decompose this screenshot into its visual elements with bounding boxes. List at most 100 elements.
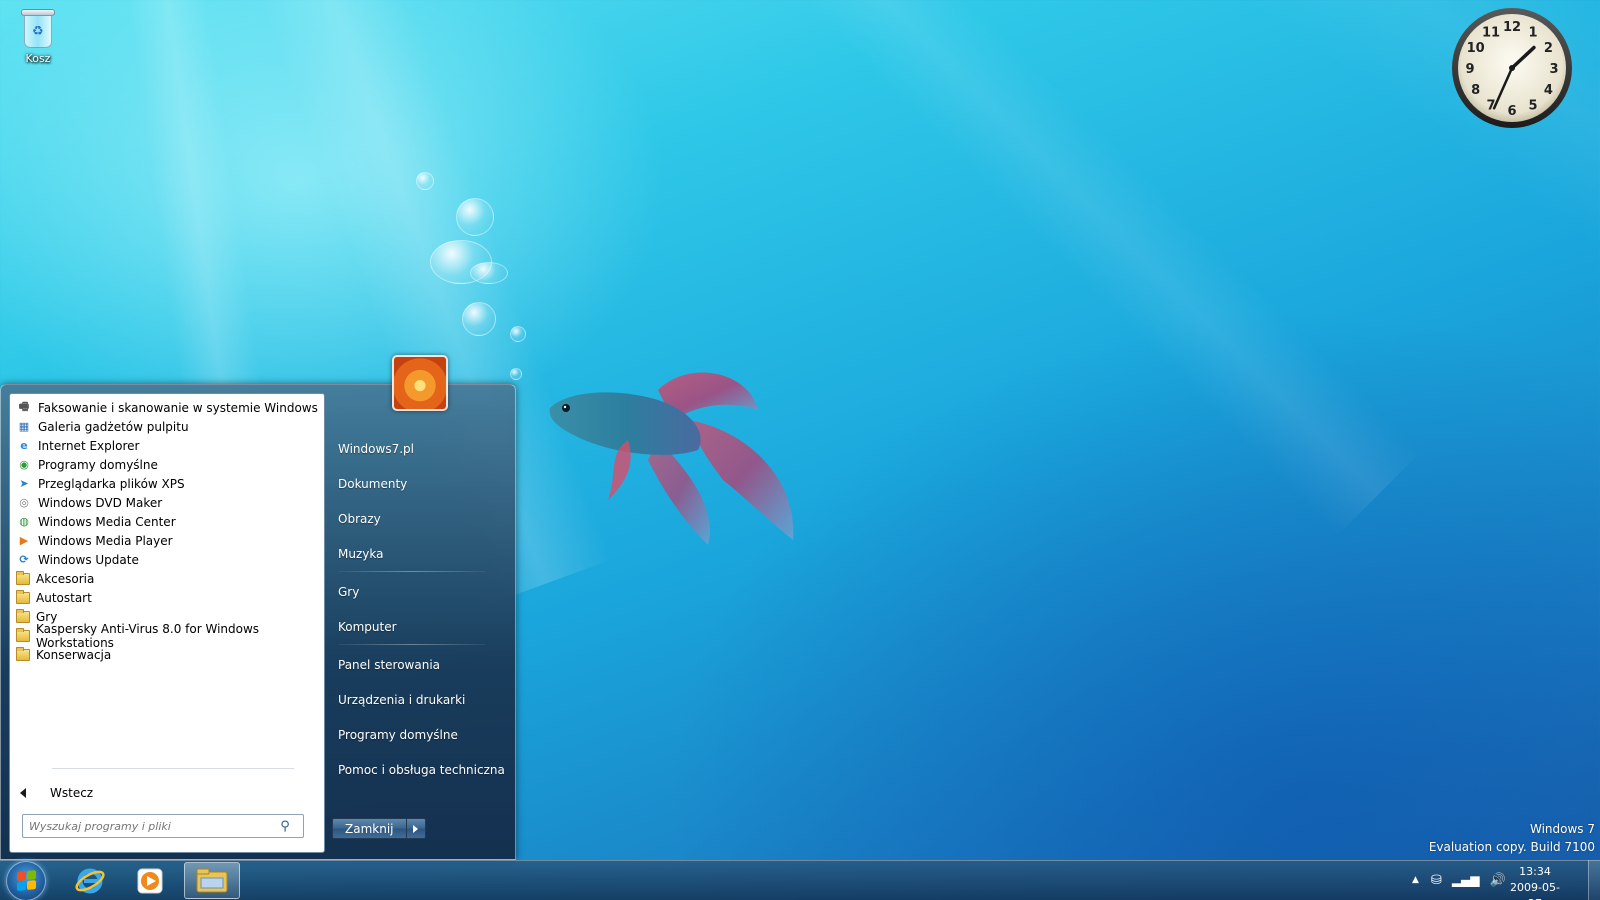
start-menu-place-item[interactable]: Programy domyślne — [338, 728, 458, 742]
program-item[interactable]: ◉ Programy domyślne — [12, 455, 322, 474]
bubble — [510, 368, 522, 380]
search-icon[interactable]: ⚲ — [273, 819, 297, 834]
folder-icon — [16, 608, 30, 623]
windows-update-icon: ⟳ — [19, 553, 29, 566]
ie-icon — [75, 868, 105, 893]
start-menu-place-item[interactable]: Obrazy — [338, 512, 381, 526]
bubble — [456, 198, 494, 236]
taskbar-explorer-button[interactable] — [184, 862, 240, 899]
program-item[interactable]: ▦ Galeria gadżetów pulpitu — [12, 417, 322, 436]
start-menu-programs-pane: 🖷 Faksowanie i skanowanie w systemie Wind… — [9, 393, 325, 853]
ie-icon: e — [20, 439, 28, 452]
program-label: Programy domyślne — [38, 457, 158, 472]
notification-area: ▲ ⛁ ▂▄▆ 🔊 — [1412, 860, 1506, 900]
start-menu-place-item[interactable]: Panel sterowania — [338, 658, 440, 672]
back-button[interactable]: Wstecz — [20, 786, 93, 800]
xps-viewer-icon: ➤ — [19, 477, 29, 490]
program-label: Autostart — [36, 590, 92, 605]
show-desktop-button[interactable] — [1588, 860, 1600, 900]
light-ray — [700, 0, 1422, 537]
watermark-line2: Evaluation copy. Build 7100 — [1428, 840, 1595, 854]
program-item[interactable]: ◍ Windows Media Center — [12, 512, 322, 531]
divider — [338, 644, 486, 645]
program-item[interactable]: Autostart — [12, 588, 322, 607]
clock-hour-label: 2 — [1544, 41, 1553, 56]
program-item[interactable]: ⟳ Windows Update — [12, 550, 322, 569]
back-arrow-icon — [20, 788, 26, 798]
program-label: Windows Media Player — [38, 533, 173, 548]
taskbar-media-player-button[interactable] — [122, 862, 178, 899]
folder-icon — [16, 627, 30, 642]
taskbar-ie-button[interactable] — [62, 862, 118, 899]
program-label: Windows Update — [38, 552, 139, 567]
program-item[interactable]: ◎ Windows DVD Maker — [12, 493, 322, 512]
recycle-bin-icon: ♻ — [20, 6, 56, 50]
media-player-icon — [137, 868, 163, 893]
back-label: Wstecz — [50, 786, 94, 800]
program-label: Internet Explorer — [38, 438, 140, 453]
start-menu-place-item[interactable]: Muzyka — [338, 547, 383, 561]
start-menu-place-item[interactable]: Pomoc i obsługa techniczna — [338, 763, 505, 777]
start-menu-place-item[interactable]: Gry — [338, 585, 359, 599]
folder-icon — [16, 646, 30, 661]
program-label: Galeria gadżetów pulpitu — [38, 419, 189, 434]
program-item[interactable]: Akcesoria — [12, 569, 322, 588]
user-picture[interactable] — [392, 355, 448, 411]
volume-icon[interactable]: 🔊 — [1490, 873, 1506, 888]
shutdown-button[interactable]: Zamknij — [332, 818, 407, 839]
start-menu: 🖷 Faksowanie i skanowanie w systemie Wind… — [0, 384, 516, 860]
program-item[interactable]: e Internet Explorer — [12, 436, 322, 455]
shutdown-options-button[interactable] — [406, 818, 426, 839]
clock-hour-label: 3 — [1549, 62, 1558, 77]
taskbar — [0, 860, 1600, 900]
search-box[interactable]: ⚲ — [22, 814, 304, 838]
shutdown-control: Zamknij — [332, 818, 426, 839]
folder-icon — [16, 589, 30, 604]
start-menu-place-item[interactable]: Urządzenia i drukarki — [338, 693, 465, 707]
program-label: Akcesoria — [36, 571, 95, 586]
clock-hour-label: 11 — [1482, 26, 1500, 41]
default-programs-icon: ◉ — [19, 458, 29, 471]
network-signal-icon[interactable]: ▂▄▆ — [1452, 873, 1480, 887]
betta-fish-image — [549, 372, 794, 545]
dvd-maker-icon: ◎ — [19, 496, 29, 509]
clock-hour-label: 10 — [1467, 41, 1485, 56]
clock-hour-label: 5 — [1528, 98, 1537, 113]
program-item[interactable]: Kaspersky Anti-Virus 8.0 for Windows Wor… — [12, 622, 322, 650]
program-item[interactable]: ▶ Windows Media Player — [12, 531, 322, 550]
program-item[interactable]: ➤ Przeglądarka plików XPS — [12, 474, 322, 493]
folder-icon — [16, 570, 30, 585]
program-label: Konserwacja — [36, 647, 112, 662]
clock-gadget[interactable]: 12 1234567891011 — [1450, 6, 1574, 130]
bubble — [470, 262, 508, 284]
clock-hour-label: 1 — [1528, 26, 1537, 41]
watermark-line1: Windows 7 — [1529, 822, 1595, 836]
search-input[interactable] — [23, 819, 273, 833]
desktop-icon-recycle-bin[interactable]: ♻ Kosz — [12, 6, 64, 65]
bubble — [510, 326, 526, 342]
media-center-icon: ◍ — [19, 515, 29, 528]
clock-hour-label: 8 — [1471, 83, 1480, 98]
start-menu-place-item[interactable]: Dokumenty — [338, 477, 407, 491]
bubble — [416, 172, 434, 190]
windows-logo-icon — [17, 870, 37, 892]
chevron-right-icon — [413, 824, 418, 833]
program-label: Kaspersky Anti-Virus 8.0 for Windows Wor… — [36, 621, 260, 650]
taskbar-clock[interactable]: 13:34 2009-05-27 — [1505, 864, 1565, 900]
clock-hour-label: 12 — [1503, 20, 1521, 35]
program-label: Windows Media Center — [38, 514, 176, 529]
bubble — [462, 302, 496, 336]
network-adapter-icon[interactable]: ⛁ — [1431, 873, 1442, 888]
start-menu-place-item[interactable]: Windows7.pl — [338, 442, 414, 456]
clock-hour-label: 4 — [1544, 83, 1553, 98]
start-button[interactable] — [6, 861, 46, 900]
start-menu-place-item[interactable]: Komputer — [338, 620, 397, 634]
tray-date: 2009-05-27 — [1510, 881, 1560, 900]
show-hidden-icons-arrow-icon[interactable]: ▲ — [1412, 875, 1419, 885]
divider — [338, 571, 486, 572]
program-item[interactable]: 🖷 Faksowanie i skanowanie w systemie Wind… — [12, 398, 322, 417]
fax-icon: 🖷 — [18, 400, 30, 413]
explorer-icon — [196, 868, 228, 892]
clock-hour-label: 6 — [1507, 104, 1516, 119]
desktop-icon-label: Kosz — [25, 52, 51, 65]
